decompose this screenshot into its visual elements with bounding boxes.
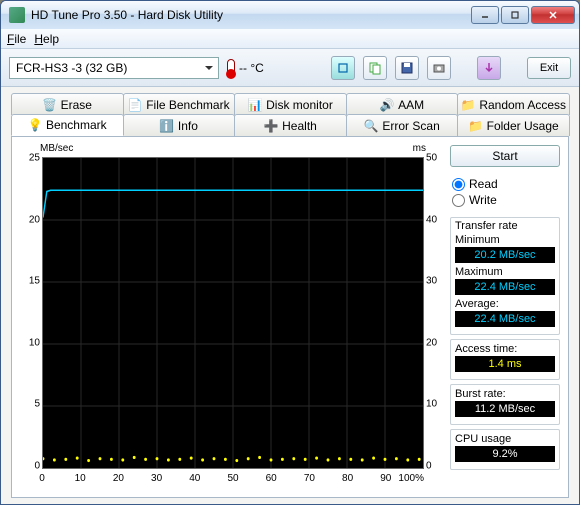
menu-help[interactable]: Help (34, 32, 59, 46)
y-left-axis: 25 20 15 10 5 0 (20, 145, 42, 469)
monitor-icon: 📊 (248, 98, 262, 112)
min-value: 20.2 MB/sec (455, 247, 555, 263)
tab-health[interactable]: ➕Health (234, 114, 347, 136)
window-title: HD Tune Pro 3.50 - Hard Disk Utility (31, 8, 471, 22)
drive-select[interactable]: FCR-HS3 -3 (32 GB) (9, 57, 219, 79)
tab-file-benchmark[interactable]: 📄File Benchmark (123, 93, 236, 115)
tab-benchmark[interactable]: 💡Benchmark (11, 114, 124, 136)
write-radio[interactable]: Write (452, 193, 560, 207)
app-window: HD Tune Pro 3.50 - Hard Disk Utility Fil… (0, 0, 580, 505)
toolbar: FCR-HS3 -3 (32 GB) -- °C Exit (1, 49, 579, 87)
side-panel: Start Read Write Transfer rate Minimum20… (450, 145, 560, 489)
read-radio[interactable]: Read (452, 177, 560, 191)
maximize-button[interactable] (501, 6, 529, 24)
burst-value: 11.2 MB/sec (455, 401, 555, 417)
speaker-icon: 🔊 (380, 98, 394, 112)
trash-icon: 🗑️ (43, 98, 57, 112)
content-body: 🗑️Erase 📄File Benchmark 📊Disk monitor 🔊A… (1, 87, 579, 504)
app-icon (9, 7, 25, 23)
bulb-icon: 💡 (28, 118, 42, 132)
y-right-axis: 50 40 30 20 10 0 (424, 145, 442, 469)
close-button[interactable] (531, 6, 575, 24)
temperature-value: -- °C (239, 61, 264, 75)
burst-rate-group: Burst rate:11.2 MB/sec (450, 384, 560, 425)
save-button[interactable] (395, 56, 419, 80)
search-icon: 🔍 (364, 119, 378, 133)
tab-erase[interactable]: 🗑️Erase (11, 93, 124, 115)
tab-random-access[interactable]: 📁Random Access (457, 93, 570, 115)
minimize-button[interactable] (471, 6, 499, 24)
drive-select-value: FCR-HS3 -3 (32 GB) (16, 61, 127, 75)
tab-info[interactable]: ℹ️Info (123, 114, 236, 136)
menu-file[interactable]: File (7, 32, 26, 46)
tab-folder-usage[interactable]: 📁Folder Usage (457, 114, 570, 136)
transfer-rate-group: Transfer rate Minimum20.2 MB/sec Maximum… (450, 217, 560, 335)
folder-icon: 📁 (469, 119, 483, 133)
benchmark-plot (42, 157, 424, 469)
access-time-group: Access time:1.4 ms (450, 339, 560, 380)
menubar: File Help (1, 29, 579, 49)
options-button[interactable] (477, 56, 501, 80)
info-icon: ℹ️ (160, 119, 174, 133)
random-icon: 📁 (461, 98, 475, 112)
file-icon: 📄 (128, 98, 142, 112)
tab-aam[interactable]: 🔊AAM (346, 93, 459, 115)
exit-button[interactable]: Exit (527, 57, 571, 79)
screenshot-button[interactable] (427, 56, 451, 80)
chart-area: MB/sec ms 25 20 15 10 5 0 50 40 30 20 10… (20, 145, 442, 489)
temperature-display: -- °C (227, 59, 264, 77)
max-value: 22.4 MB/sec (455, 279, 555, 295)
cpu-usage-group: CPU usage9.2% (450, 429, 560, 470)
benchmark-panel: MB/sec ms 25 20 15 10 5 0 50 40 30 20 10… (11, 136, 569, 498)
copy-button[interactable] (363, 56, 387, 80)
access-value: 1.4 ms (455, 356, 555, 372)
thermometer-icon (227, 59, 235, 77)
tab-strip: 🗑️Erase 📄File Benchmark 📊Disk monitor 🔊A… (11, 93, 569, 136)
avg-value: 22.4 MB/sec (455, 311, 555, 327)
refresh-button[interactable] (331, 56, 355, 80)
tab-error-scan[interactable]: 🔍Error Scan (346, 114, 459, 136)
start-button[interactable]: Start (450, 145, 560, 167)
tab-disk-monitor[interactable]: 📊Disk monitor (234, 93, 347, 115)
cpu-value: 9.2% (455, 446, 555, 462)
health-icon: ➕ (264, 119, 278, 133)
y-left-label: MB/sec (40, 143, 73, 154)
titlebar[interactable]: HD Tune Pro 3.50 - Hard Disk Utility (1, 1, 579, 29)
x-axis: 0 10 20 30 40 50 60 70 80 90 100% (42, 471, 424, 489)
